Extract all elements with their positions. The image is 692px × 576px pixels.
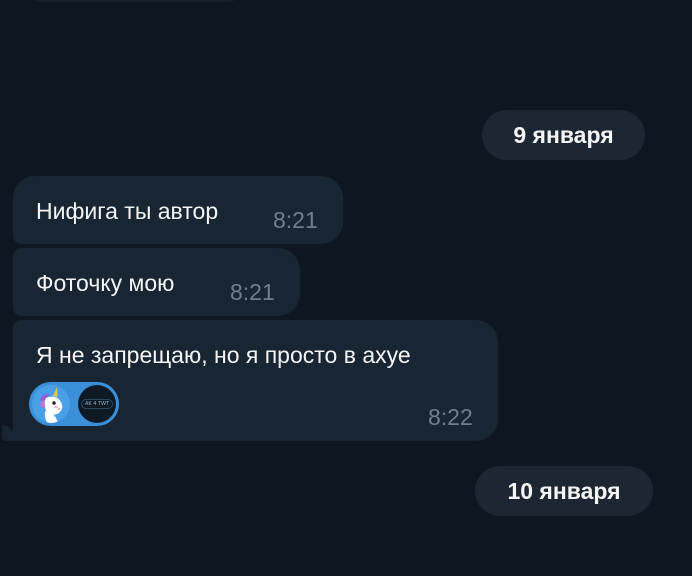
unicorn-avatar-icon[interactable] — [32, 385, 70, 423]
message-reaction-badge[interactable]: AK 4 TWT — [29, 382, 119, 426]
message-bubble[interactable]: Нифига ты автор 8:21 — [13, 176, 343, 244]
message-text: Фоточку мою — [36, 270, 175, 296]
message-bubble[interactable]: Фоточку мою 8:21 — [13, 248, 300, 316]
message-time: 8:21 — [273, 207, 318, 233]
avatar-caption: AK 4 TWT — [80, 399, 114, 409]
date-separator: 10 января — [475, 466, 653, 516]
date-separator: 9 января — [482, 110, 645, 160]
message-time: 8:21 — [230, 279, 275, 305]
dark-profile-avatar-icon[interactable]: AK 4 TWT — [78, 385, 116, 423]
date-separator-label: 10 января — [507, 477, 621, 504]
date-separator-label: 9 января — [513, 121, 614, 148]
previous-message-edge — [30, 0, 240, 2]
message-text: Нифига ты автор — [36, 198, 219, 224]
message-time: 8:22 — [428, 404, 473, 430]
message-text: Я не запрещаю, но я просто в ахуе — [36, 342, 411, 368]
